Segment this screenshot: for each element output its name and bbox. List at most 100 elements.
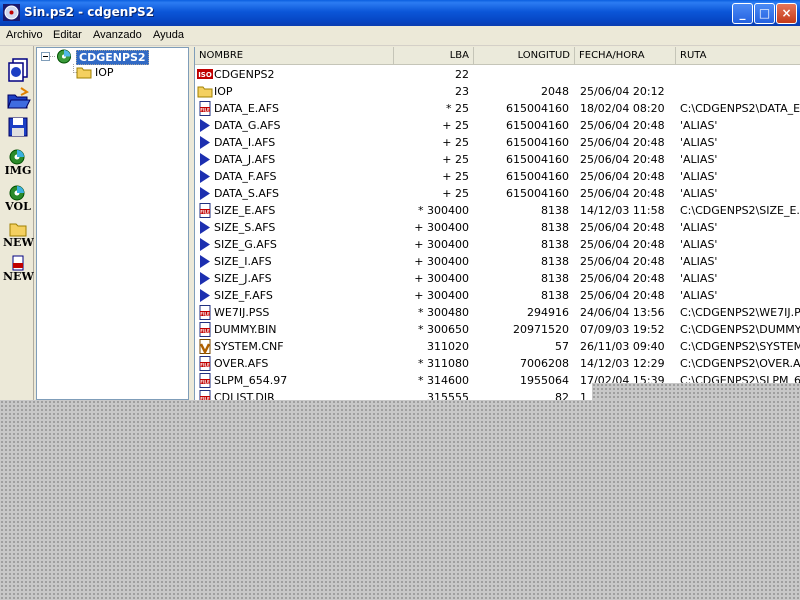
file-lba: + 25 xyxy=(442,153,469,166)
file-lba: + 300400 xyxy=(414,289,469,302)
file-list: NOMBRE LBA LONGITUD FECHA/HORA RUTA ISO C… xyxy=(194,47,800,400)
file-name: DATA_G.AFS xyxy=(214,119,281,132)
title-bar[interactable]: Sin.ps2 - cdgenPS2 _ □ × xyxy=(0,0,800,26)
menu-ayuda[interactable]: Ayuda xyxy=(153,29,184,41)
folder-icon xyxy=(197,84,213,99)
minimize-button[interactable]: _ xyxy=(732,3,753,24)
file-row[interactable]: SIZE_F.AFS + 300400 8138 25/06/04 20:48 'ALI… xyxy=(195,287,800,304)
file-row[interactable]: ISO CDGENPS2 22 xyxy=(195,66,800,83)
file-length: 7006208 xyxy=(520,357,569,370)
file-name: SYSTEM.CNF xyxy=(214,340,284,353)
file-name: DATA_I.AFS xyxy=(214,136,276,149)
maximize-button[interactable]: □ xyxy=(754,3,775,24)
column-header-lba[interactable]: LBA xyxy=(394,47,474,65)
file-length: 82 xyxy=(555,391,569,400)
alias-arrow-icon xyxy=(197,220,213,235)
svg-text:FILE: FILE xyxy=(200,328,210,333)
file-path: 'ALIAS' xyxy=(680,170,718,183)
save-button[interactable] xyxy=(3,114,33,146)
file-name: SIZE_J.AFS xyxy=(214,272,272,285)
file-datetime: 14/12/03 11:58 xyxy=(580,204,665,217)
new-folder-button[interactable]: NEW xyxy=(3,220,34,252)
svg-text:FILE: FILE xyxy=(200,209,210,214)
file-row[interactable]: FILE SIZE_E.AFS * 300400 8138 14/12/03 11:58… xyxy=(195,202,800,219)
menu-avanzado[interactable]: Avanzado xyxy=(93,29,142,41)
alias-arrow-icon xyxy=(197,254,213,269)
file-name: DATA_F.AFS xyxy=(214,170,277,183)
file-row[interactable]: DATA_J.AFS + 25 615004160 25/06/04 20:48 'AL… xyxy=(195,151,800,168)
file-name: SIZE_E.AFS xyxy=(214,204,276,217)
file-row[interactable]: SIZE_J.AFS + 300400 8138 25/06/04 20:48 'ALI… xyxy=(195,270,800,287)
column-header-datetime[interactable]: FECHA/HORA xyxy=(575,47,676,65)
new-file-label: NEW xyxy=(3,270,34,283)
menu-editar[interactable]: Editar xyxy=(53,29,82,41)
file-length: 615004160 xyxy=(506,153,569,166)
alias-arrow-icon xyxy=(197,237,213,252)
file-icon: FILE xyxy=(197,373,213,388)
file-row[interactable]: DATA_F.AFS + 25 615004160 25/06/04 20:48 'AL… xyxy=(195,168,800,185)
file-length: 8138 xyxy=(541,238,569,251)
menu-archivo[interactable]: Archivo xyxy=(6,29,43,41)
file-length: 615004160 xyxy=(506,136,569,149)
file-datetime: 07/09/03 19:52 xyxy=(580,323,665,336)
file-name: CDGENPS2 xyxy=(214,68,275,81)
file-length: 615004160 xyxy=(506,187,569,200)
column-header-path[interactable]: RUTA xyxy=(676,47,800,65)
file-row[interactable]: FILE DATA_E.AFS * 25 615004160 18/02/04 08:2… xyxy=(195,100,800,117)
close-button[interactable]: × xyxy=(776,3,797,24)
new-project-icon xyxy=(8,58,28,82)
folder-icon xyxy=(76,67,92,79)
file-row[interactable]: IOP 23 2048 25/06/04 20:12 xyxy=(195,83,800,100)
file-row[interactable]: SIZE_I.AFS + 300400 8138 25/06/04 20:48 'ALI… xyxy=(195,253,800,270)
column-header-length[interactable]: LONGITUD xyxy=(474,47,575,65)
file-datetime: 18/02/04 08:20 xyxy=(580,102,665,115)
iso-icon: ISO xyxy=(197,67,213,82)
file-name: DATA_J.AFS xyxy=(214,153,276,166)
file-name: IOP xyxy=(214,85,233,98)
new-project-button[interactable] xyxy=(3,56,33,88)
file-path: C:\CDGENPS2\WE7IJ.PSS xyxy=(680,306,800,319)
file-lba: + 300400 xyxy=(414,238,469,251)
file-row[interactable]: DATA_S.AFS + 25 615004160 25/06/04 20:48 'AL… xyxy=(195,185,800,202)
file-row[interactable]: FILE WE7IJ.PSS * 300480 294916 24/06/04 13:5… xyxy=(195,304,800,321)
file-row[interactable]: DATA_G.AFS + 25 615004160 25/06/04 20:48 'AL… xyxy=(195,117,800,134)
tree-root-label[interactable]: CDGENPS2 xyxy=(76,50,149,65)
file-lba: + 300400 xyxy=(414,272,469,285)
file-datetime: 25/06/04 20:48 xyxy=(580,272,665,285)
alias-arrow-icon xyxy=(197,271,213,286)
file-row[interactable]: DATA_I.AFS + 25 615004160 25/06/04 20:48 'AL… xyxy=(195,134,800,151)
new-file-button[interactable]: NEW xyxy=(3,254,34,286)
system-file-icon xyxy=(197,339,213,354)
file-path: C:\CDGENPS2\SIZE_E.AFS xyxy=(680,204,800,217)
collapse-toggle-icon[interactable] xyxy=(41,52,50,61)
file-length: 615004160 xyxy=(506,170,569,183)
alias-arrow-icon xyxy=(197,135,213,150)
file-datetime: 25/06/04 20:48 xyxy=(580,187,665,200)
file-name: SIZE_I.AFS xyxy=(214,255,272,268)
folder-tree[interactable]: CDGENPS2 IOP xyxy=(36,47,189,400)
file-lba: + 25 xyxy=(442,119,469,132)
file-lba: + 25 xyxy=(442,187,469,200)
file-lba: * 314600 xyxy=(418,374,469,387)
file-path: 'ALIAS' xyxy=(680,289,718,302)
svg-text:ISO: ISO xyxy=(198,71,212,79)
file-name: WE7IJ.PSS xyxy=(214,306,270,319)
column-header-name[interactable]: NOMBRE xyxy=(195,47,394,65)
image-button[interactable]: IMG xyxy=(3,148,33,180)
file-row[interactable]: FILE DUMMY.BIN * 300650 20971520 07/09/03 19… xyxy=(195,321,800,338)
save-disk-icon xyxy=(8,117,28,137)
file-length: 8138 xyxy=(541,204,569,217)
vertical-toolbar: IMG VOL NEW NEW xyxy=(0,46,34,400)
file-name: DATA_E.AFS xyxy=(214,102,279,115)
file-row[interactable]: SYSTEM.CNF 311020 57 26/11/03 09:40 C:\CDGEN… xyxy=(195,338,800,355)
file-name: SLPM_654.97 xyxy=(214,374,288,387)
cd-disc-icon xyxy=(57,49,71,64)
file-length: 1955064 xyxy=(520,374,569,387)
file-row[interactable]: SIZE_G.AFS + 300400 8138 25/06/04 20:48 'ALI… xyxy=(195,236,800,253)
file-icon: FILE xyxy=(197,305,213,320)
volume-button[interactable]: VOL xyxy=(3,184,33,216)
file-row[interactable]: FILE OVER.AFS * 311080 7006208 14/12/03 12:2… xyxy=(195,355,800,372)
file-row[interactable]: SIZE_S.AFS + 300400 8138 25/06/04 20:48 'ALI… xyxy=(195,219,800,236)
list-header: NOMBRE LBA LONGITUD FECHA/HORA RUTA xyxy=(195,47,800,65)
tree-item-iop[interactable]: IOP xyxy=(95,66,114,79)
